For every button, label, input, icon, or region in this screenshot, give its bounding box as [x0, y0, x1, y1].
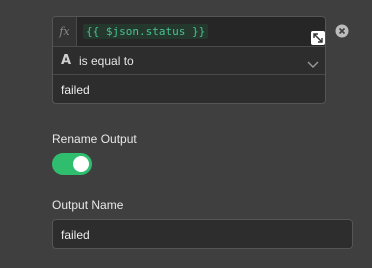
- fx-icon: fx: [53, 17, 77, 46]
- operator-select[interactable]: A is equal to: [53, 47, 325, 75]
- rename-output-toggle[interactable]: [52, 153, 92, 175]
- toggle-knob: [73, 156, 89, 172]
- operator-label: is equal to: [79, 54, 134, 68]
- condition-card: fx {{ $json.status }} A is equal to fail…: [52, 16, 326, 104]
- output-name-label: Output Name: [52, 198, 124, 212]
- expression-field[interactable]: fx {{ $json.status }}: [53, 17, 325, 47]
- output-name-value: failed: [61, 228, 90, 242]
- output-name-input[interactable]: failed: [52, 219, 353, 249]
- chevron-down-icon[interactable]: [307, 56, 319, 74]
- expression-text[interactable]: {{ $json.status }}: [83, 24, 209, 39]
- value-field[interactable]: failed: [53, 75, 325, 103]
- close-circle-icon[interactable]: [335, 24, 349, 38]
- expand-arrows-icon[interactable]: [311, 31, 325, 45]
- rename-output-label: Rename Output: [52, 132, 137, 146]
- string-type-icon: A: [61, 53, 72, 68]
- value-text: failed: [61, 83, 90, 97]
- condition-settings-panel: fx {{ $json.status }} A is equal to fail…: [0, 0, 372, 268]
